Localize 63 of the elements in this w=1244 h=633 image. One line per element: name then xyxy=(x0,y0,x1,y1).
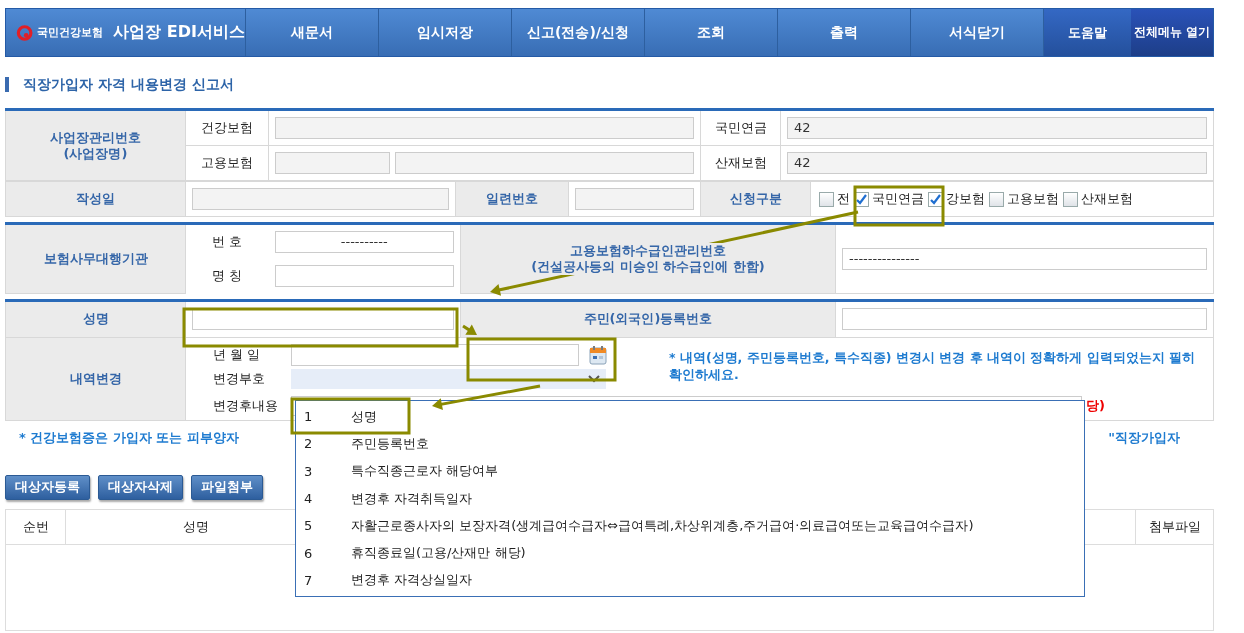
notice-text: * 건강보험증은 가입자 또는 피부양자 xyxy=(19,428,239,447)
menu-tab[interactable]: 전체메뉴 열기 xyxy=(1131,9,1213,56)
menu-tab[interactable]: 출력 xyxy=(778,9,911,56)
checkbox-label: 국민연금 xyxy=(872,191,924,206)
checkbox[interactable] xyxy=(1063,191,1078,207)
calendar-icon[interactable] xyxy=(589,344,607,365)
input-field[interactable] xyxy=(192,188,449,210)
field-label: 작성일 xyxy=(76,191,115,206)
field-label: 건강보험 xyxy=(201,120,253,135)
menu-tab[interactable]: 신고(전송)/신청 xyxy=(512,9,645,56)
dropdown-option[interactable]: 7 변경후 자격상실일자 xyxy=(296,566,1084,595)
checkbox-label: 산재보험 xyxy=(1081,191,1133,206)
input-field[interactable]: ---------- xyxy=(274,231,454,253)
input-field[interactable] xyxy=(575,188,694,210)
notice-text: * 내역(성명, 주민등록번호, 특수직종) 변경시 변경 후 내역이 정확하게 입력되었는지 필히 확인하세요. xyxy=(668,348,1196,383)
input-field[interactable]: 42 xyxy=(787,152,1207,174)
field-label: 번 호 xyxy=(212,234,243,249)
field-label: 일련번호 xyxy=(486,191,538,206)
checkbox-label: 고용보험 xyxy=(1007,191,1059,206)
checkbox-label: 전 xyxy=(837,191,850,206)
field-label: 변경후내용 xyxy=(212,396,279,415)
annotation-arrow xyxy=(462,324,477,335)
input-field[interactable] xyxy=(395,152,694,174)
field-label: 변경부호 xyxy=(212,369,266,388)
action-button[interactable]: 대상자삭제 xyxy=(98,474,183,500)
dropdown-option[interactable]: 1 성명 xyxy=(296,403,1084,431)
field-label: 국민연금 xyxy=(714,120,767,135)
field-label: 고용보험하수급인관리번호 (건설공사등의 미승인 하수급인에 한함) xyxy=(531,242,765,275)
checkbox[interactable] xyxy=(819,191,834,207)
dropdown-option[interactable]: 2 주민등록번호 xyxy=(296,430,1084,458)
field-label: 년 월 일 xyxy=(212,345,262,364)
checkbox[interactable] xyxy=(989,191,1004,207)
code-select[interactable] xyxy=(291,368,606,389)
menu-tab[interactable]: 임시저장 xyxy=(379,9,512,56)
dropdown-option[interactable]: 3 특수직종근로자 해당여부 xyxy=(296,457,1084,485)
field-label: 산재보험 xyxy=(714,155,767,170)
menu-tab[interactable]: 조회 xyxy=(645,9,778,56)
action-button[interactable]: 파일첨부 xyxy=(191,474,263,500)
input-field[interactable] xyxy=(275,117,694,139)
menu-tab[interactable]: 도움말 xyxy=(1044,9,1131,56)
input-field[interactable]: 42 xyxy=(787,117,1207,139)
column-header: 첨부파일 xyxy=(1135,509,1213,544)
input-field[interactable]: --------------- xyxy=(842,247,1207,270)
column-header: 순번 xyxy=(6,509,66,544)
field-label: 신청구분 xyxy=(729,191,782,206)
input-field[interactable] xyxy=(842,308,1207,330)
warning-text: 당) xyxy=(1086,396,1106,415)
field-label: 성명 xyxy=(82,311,109,326)
field-label: 주민(외국인)등록번호 xyxy=(583,311,713,326)
app-title: 사업장 EDI서비스 xyxy=(113,22,245,43)
field-label: 명 칭 xyxy=(212,268,243,283)
notice-text: "직장가입자 xyxy=(1108,428,1180,447)
checkbox-label: 강보험 xyxy=(946,191,985,206)
action-button[interactable]: 대상자등록 xyxy=(5,474,90,500)
input-field[interactable] xyxy=(274,265,454,287)
input-field[interactable] xyxy=(275,152,390,174)
menu-tab[interactable]: 새문서 xyxy=(246,9,379,56)
field-label: 보험사무대행기관 xyxy=(43,250,148,266)
field-label: 고용보험 xyxy=(201,155,253,170)
form-title: 직장가입자 자격 내용변경 신고서 xyxy=(5,77,1214,92)
field-label: 내역변경 xyxy=(69,370,122,386)
field-label: 사업장관리번호 (사업장명) xyxy=(50,129,141,161)
logo-text: 국민건강보험 xyxy=(37,25,104,40)
